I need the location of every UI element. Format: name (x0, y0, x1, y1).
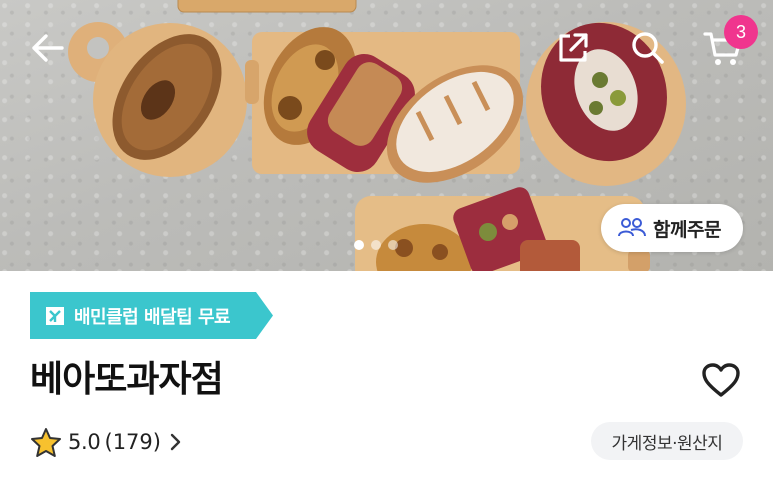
back-button[interactable] (22, 22, 74, 74)
baemin-club-badge: 배민클럽 배달팁 무료 (30, 292, 273, 339)
heart-icon (702, 363, 740, 397)
search-icon (632, 32, 664, 64)
search-button[interactable] (622, 22, 674, 74)
carousel-dot[interactable] (354, 240, 364, 250)
rating-score: 5.0 (68, 430, 101, 454)
chevron-right-icon (170, 433, 181, 451)
carousel-indicator (354, 240, 398, 250)
club-logo-icon (46, 306, 64, 325)
badge-text: 배민클럽 배달팁 무료 (74, 306, 231, 328)
arrow-left-icon (32, 34, 64, 62)
together-order-button[interactable]: 함께주문 (601, 204, 743, 252)
rating-reviews-link[interactable]: 5.0 (179) (30, 424, 185, 460)
share-icon (559, 33, 588, 62)
favorite-button[interactable] (697, 356, 745, 404)
people-icon (618, 218, 646, 237)
carousel-dot[interactable] (371, 240, 381, 250)
carousel-dot[interactable] (388, 240, 398, 250)
together-order-label: 함께주문 (653, 218, 721, 241)
store-name: 베아또과자점 (30, 359, 224, 400)
hero-banner[interactable]: 3 함께주문 (0, 0, 773, 271)
store-info-button[interactable]: 가게정보·원산지 (591, 422, 743, 460)
share-button[interactable] (547, 22, 599, 74)
review-count: (179) (104, 430, 161, 454)
star-icon (31, 428, 61, 457)
cart-count-badge: 3 (724, 15, 758, 49)
